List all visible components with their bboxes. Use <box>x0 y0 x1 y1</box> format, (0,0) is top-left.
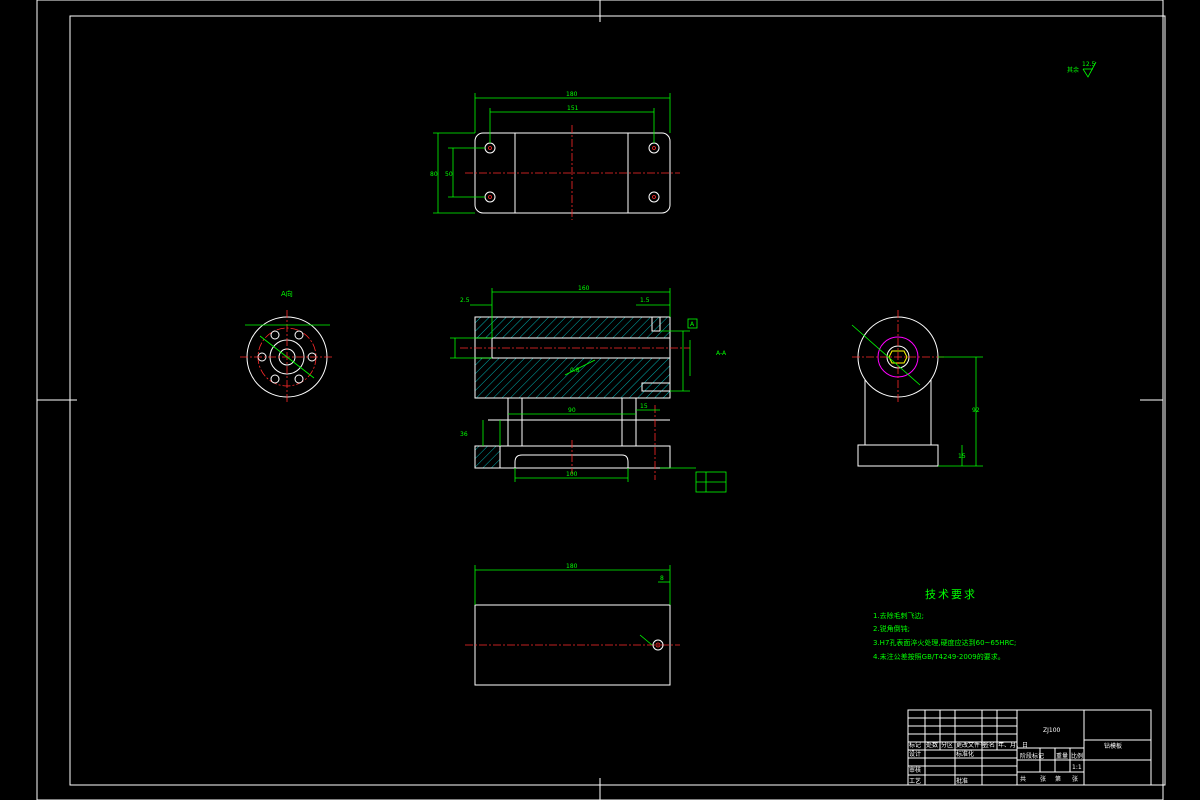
svg-text:审核: 审核 <box>909 766 921 774</box>
svg-text:设计: 设计 <box>909 750 921 758</box>
title-block-text: ZJ100 钻模板 标记 处数 分区 更改文件号 签名 年、月、日 设计 审核 … <box>909 727 1122 785</box>
svg-text:100: 100 <box>566 471 578 478</box>
drawing-number: ZJ100 <box>1043 727 1061 734</box>
cad-drawing-sheet: 其余 12.5 180 151 80 50 160 2.5 1.5 0.8 A … <box>36 0 1166 800</box>
svg-text:工艺: 工艺 <box>909 777 921 785</box>
svg-text:80: 80 <box>430 171 438 178</box>
technical-requirements: 技术要求 1.去除毛刺飞边; 2.锐角倒钝; 3.H7孔表面淬火处理,硬度应达到… <box>873 588 1016 661</box>
right-side-view: 92 15 <box>851 310 983 467</box>
sheet-border <box>36 0 1166 800</box>
svg-text:标记: 标记 <box>909 741 921 749</box>
svg-text:8: 8 <box>660 575 664 582</box>
tech-requirement-item: 2.锐角倒钝; <box>873 624 910 633</box>
svg-text:标准化: 标准化 <box>956 750 974 758</box>
svg-text:180: 180 <box>566 91 578 98</box>
tech-requirement-item: 4.未注公差按照GB/T4249-2009的要求。 <box>873 652 1005 661</box>
svg-text:A: A <box>690 321 695 328</box>
svg-text:90: 90 <box>568 407 576 414</box>
svg-text:张: 张 <box>1040 775 1046 783</box>
svg-text:第: 第 <box>1055 775 1061 783</box>
svg-text:A向: A向 <box>281 289 293 298</box>
svg-text:36: 36 <box>460 431 468 438</box>
tech-requirements-title: 技术要求 <box>925 588 977 601</box>
tech-requirement-item: 1.去除毛刺飞边; <box>873 611 924 620</box>
svg-text:签名: 签名 <box>983 741 995 749</box>
roughness-symbol: 其余 12.5 <box>1067 61 1097 78</box>
svg-text:180: 180 <box>566 563 578 570</box>
svg-text:分区: 分区 <box>941 741 953 749</box>
front-section-view: 160 2.5 1.5 0.8 A 90 15 36 100 A-A <box>450 285 727 493</box>
svg-text:张: 张 <box>1072 775 1078 783</box>
svg-text:1:1: 1:1 <box>1072 764 1082 771</box>
svg-text:15: 15 <box>958 453 966 460</box>
svg-text:处数: 处数 <box>926 741 938 749</box>
bottom-view: 180 8 <box>465 563 680 686</box>
svg-text:共: 共 <box>1020 775 1026 783</box>
svg-text:年、月、日: 年、月、日 <box>998 741 1028 749</box>
svg-text:阶段标记: 阶段标记 <box>1020 752 1044 760</box>
svg-text:更改文件号: 更改文件号 <box>956 741 986 749</box>
svg-text:50: 50 <box>445 171 453 178</box>
svg-text:A-A: A-A <box>716 350 727 357</box>
svg-text:批准: 批准 <box>956 777 968 785</box>
svg-text:其余: 其余 <box>1067 66 1079 74</box>
svg-text:2.5: 2.5 <box>460 297 470 304</box>
svg-text:151: 151 <box>567 105 579 112</box>
svg-text:重量: 重量 <box>1056 752 1068 760</box>
tech-requirement-item: 3.H7孔表面淬火处理,硬度应达到60~65HRC; <box>873 638 1016 647</box>
svg-text:92: 92 <box>972 407 980 414</box>
left-aux-view: A向 <box>240 289 334 404</box>
top-view: 180 151 80 50 <box>430 91 680 220</box>
svg-text:160: 160 <box>578 285 590 292</box>
svg-text:1.5: 1.5 <box>640 297 650 304</box>
svg-text:0.8: 0.8 <box>570 367 580 374</box>
svg-text:15: 15 <box>640 403 648 410</box>
part-name: 钻模板 <box>1104 742 1122 750</box>
svg-text:比例: 比例 <box>1071 752 1083 760</box>
